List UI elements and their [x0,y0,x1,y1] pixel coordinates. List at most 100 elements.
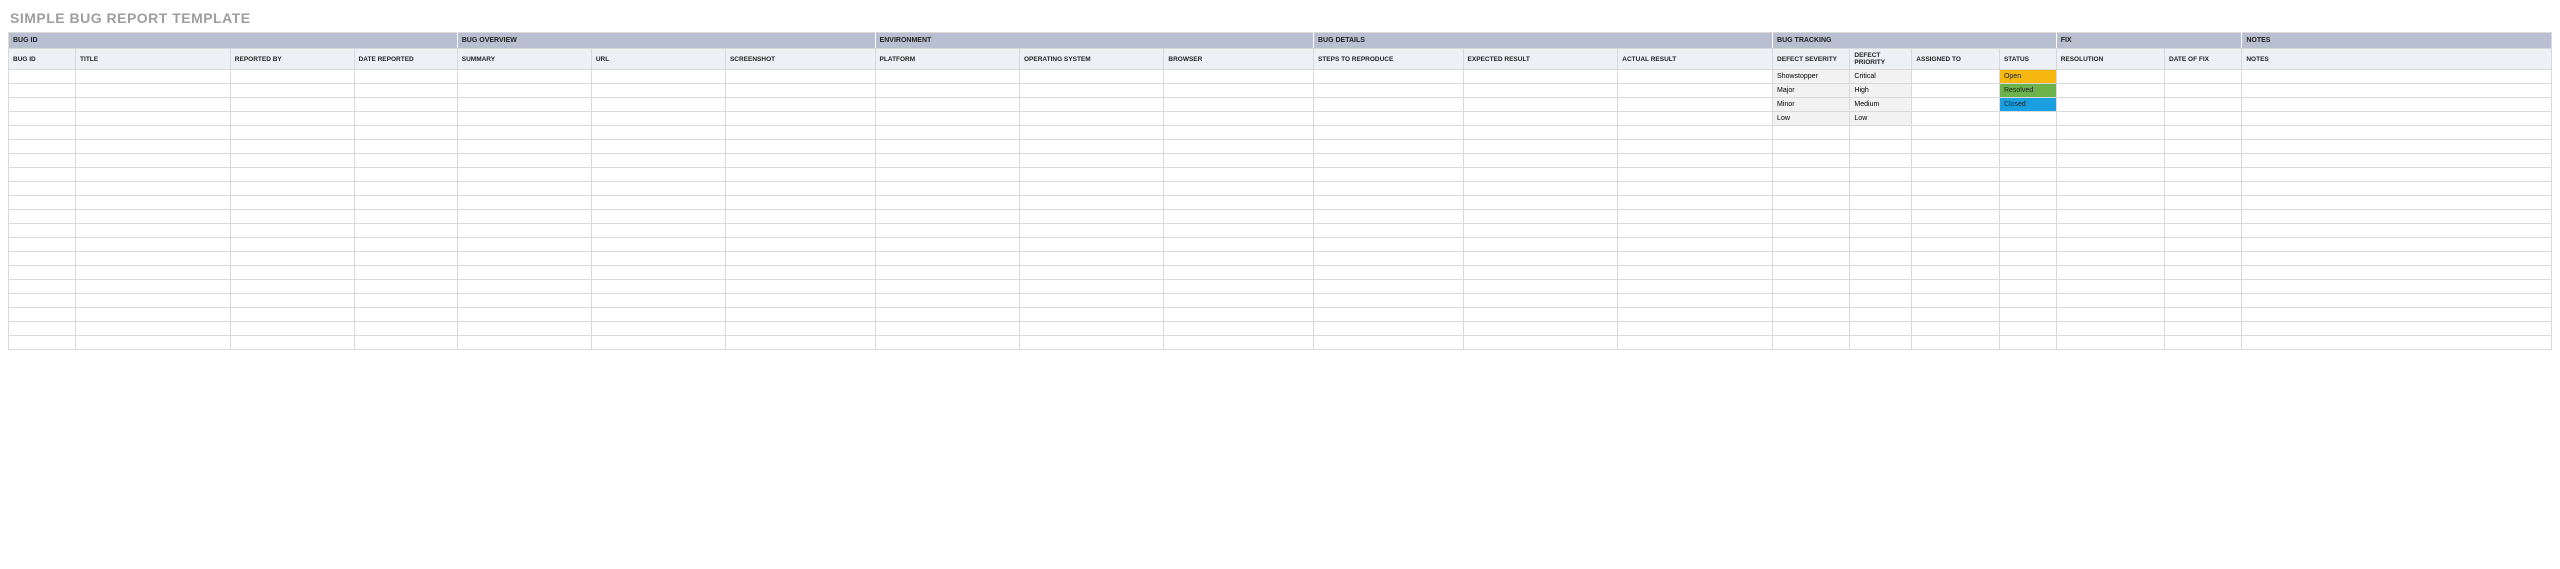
cell-actual_result[interactable] [1618,308,1773,322]
cell-browser[interactable] [1164,154,1314,168]
cell-steps_to_reproduce[interactable] [1313,210,1463,224]
cell-screenshot[interactable] [725,140,875,154]
cell-actual_result[interactable] [1618,224,1773,238]
cell-url[interactable] [591,266,725,280]
cell-summary[interactable] [457,182,591,196]
cell-summary[interactable] [457,70,591,84]
cell-url[interactable] [591,336,725,350]
cell-operating_system[interactable] [1019,224,1163,238]
cell-operating_system[interactable] [1019,182,1163,196]
cell-resolution[interactable] [2056,126,2164,140]
cell-bug_id[interactable] [9,84,76,98]
cell-actual_result[interactable] [1618,336,1773,350]
cell-url[interactable] [591,140,725,154]
cell-resolution[interactable] [2056,308,2164,322]
cell-date_reported[interactable] [354,196,457,210]
cell-status[interactable] [1999,266,2056,280]
cell-expected_result[interactable] [1463,98,1618,112]
cell-bug_id[interactable] [9,98,76,112]
cell-defect_severity[interactable] [1773,126,1850,140]
cell-defect_priority[interactable] [1850,280,1912,294]
cell-notes[interactable] [2242,294,2552,308]
cell-bug_id[interactable] [9,168,76,182]
cell-date_of_fix[interactable] [2165,294,2242,308]
cell-reported_by[interactable] [230,224,354,238]
cell-operating_system[interactable] [1019,210,1163,224]
cell-summary[interactable] [457,224,591,238]
cell-operating_system[interactable] [1019,168,1163,182]
cell-actual_result[interactable] [1618,154,1773,168]
cell-notes[interactable] [2242,196,2552,210]
cell-date_reported[interactable] [354,224,457,238]
cell-steps_to_reproduce[interactable] [1313,126,1463,140]
cell-status[interactable] [1999,336,2056,350]
cell-assigned_to[interactable] [1912,140,2000,154]
cell-resolution[interactable] [2056,266,2164,280]
cell-url[interactable] [591,280,725,294]
cell-browser[interactable] [1164,98,1314,112]
cell-date_of_fix[interactable] [2165,98,2242,112]
cell-title[interactable] [76,336,231,350]
cell-assigned_to[interactable] [1912,266,2000,280]
cell-bug_id[interactable] [9,70,76,84]
cell-defect_priority[interactable] [1850,336,1912,350]
cell-bug_id[interactable] [9,126,76,140]
cell-notes[interactable] [2242,210,2552,224]
cell-platform[interactable] [875,322,1019,336]
cell-actual_result[interactable] [1618,210,1773,224]
cell-summary[interactable] [457,280,591,294]
cell-url[interactable] [591,112,725,126]
cell-screenshot[interactable] [725,70,875,84]
cell-expected_result[interactable] [1463,336,1618,350]
cell-notes[interactable] [2242,308,2552,322]
cell-steps_to_reproduce[interactable] [1313,154,1463,168]
cell-expected_result[interactable] [1463,210,1618,224]
cell-actual_result[interactable] [1618,84,1773,98]
cell-steps_to_reproduce[interactable] [1313,98,1463,112]
cell-date_of_fix[interactable] [2165,70,2242,84]
cell-operating_system[interactable] [1019,98,1163,112]
cell-platform[interactable] [875,126,1019,140]
cell-screenshot[interactable] [725,112,875,126]
cell-url[interactable] [591,168,725,182]
cell-notes[interactable] [2242,266,2552,280]
cell-defect_priority[interactable] [1850,252,1912,266]
cell-steps_to_reproduce[interactable] [1313,294,1463,308]
cell-date_of_fix[interactable] [2165,154,2242,168]
cell-title[interactable] [76,112,231,126]
cell-date_of_fix[interactable] [2165,182,2242,196]
cell-screenshot[interactable] [725,294,875,308]
cell-status[interactable] [1999,252,2056,266]
cell-expected_result[interactable] [1463,84,1618,98]
cell-platform[interactable] [875,266,1019,280]
cell-date_reported[interactable] [354,154,457,168]
cell-steps_to_reproduce[interactable] [1313,252,1463,266]
cell-resolution[interactable] [2056,98,2164,112]
cell-assigned_to[interactable] [1912,280,2000,294]
cell-date_reported[interactable] [354,238,457,252]
cell-assigned_to[interactable] [1912,294,2000,308]
cell-summary[interactable] [457,308,591,322]
cell-screenshot[interactable] [725,280,875,294]
cell-reported_by[interactable] [230,84,354,98]
cell-notes[interactable] [2242,182,2552,196]
cell-date_of_fix[interactable] [2165,196,2242,210]
cell-assigned_to[interactable] [1912,322,2000,336]
cell-browser[interactable] [1164,336,1314,350]
cell-summary[interactable] [457,210,591,224]
cell-assigned_to[interactable] [1912,224,2000,238]
cell-summary[interactable] [457,168,591,182]
cell-browser[interactable] [1164,322,1314,336]
cell-platform[interactable] [875,98,1019,112]
cell-date_reported[interactable] [354,280,457,294]
cell-assigned_to[interactable] [1912,196,2000,210]
cell-reported_by[interactable] [230,294,354,308]
cell-url[interactable] [591,154,725,168]
cell-defect_severity[interactable]: Low [1773,112,1850,126]
cell-date_of_fix[interactable] [2165,238,2242,252]
cell-operating_system[interactable] [1019,112,1163,126]
cell-url[interactable] [591,322,725,336]
cell-platform[interactable] [875,252,1019,266]
cell-operating_system[interactable] [1019,84,1163,98]
cell-defect_severity[interactable] [1773,210,1850,224]
